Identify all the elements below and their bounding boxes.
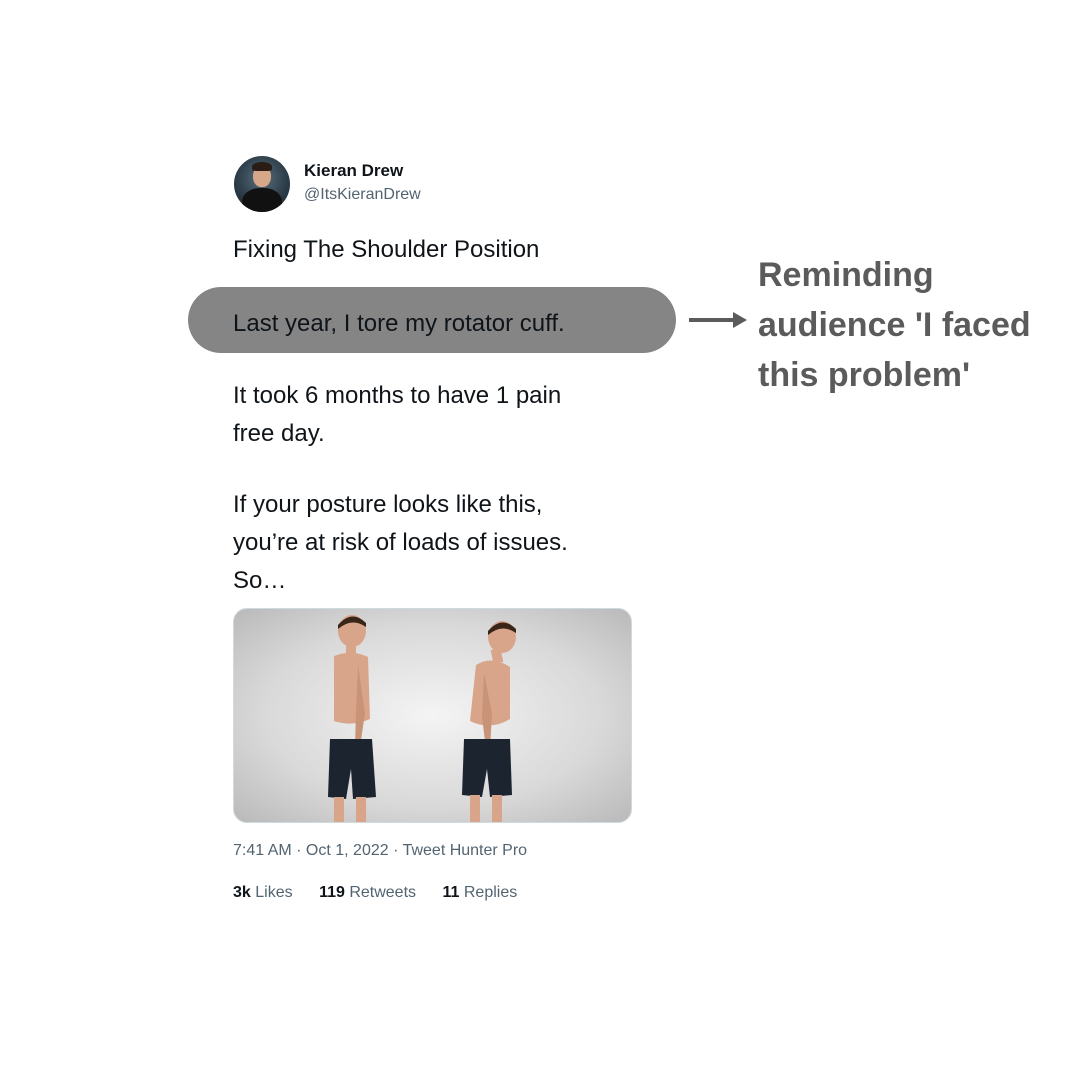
tweet-paragraph-line: free day. [233,420,325,447]
man-bad-posture [462,621,516,822]
tweet-paragraph-line: So… [233,567,287,594]
retweets-count: 119 [319,884,345,901]
tweet-stats: 3k Likes 119 Retweets 11 Replies [233,884,539,902]
posture-illustration [328,615,516,822]
annotation-line: audience 'I faced [758,306,1031,344]
author-handle[interactable]: @ItsKieranDrew [304,186,421,204]
tweet-title: Fixing The Shoulder Position [233,236,540,263]
replies-stat[interactable]: 11 Replies [442,884,517,901]
replies-count: 11 [442,884,460,901]
tweet-image[interactable] [233,608,632,823]
tweet-paragraph-line: you’re at risk of loads of issues. [233,529,568,556]
likes-stat[interactable]: 3k Likes [233,884,297,901]
tweet-timestamp: 7:41 AM · Oct 1, 2022 · Tweet Hunter Pro [233,842,528,859]
likes-count: 3k [233,884,251,901]
retweets-stat[interactable]: 119 Retweets [319,884,420,901]
highlighted-line: Last year, I tore my rotator cuff. [233,310,565,337]
retweets-label: Retweets [349,884,417,901]
avatar[interactable] [234,156,290,212]
man-good-posture [328,615,376,822]
annotation: Reminding audience 'I faced this problem… [758,250,1058,400]
annotation-line: Reminding [758,256,934,294]
annotation-line: this problem' [758,356,971,394]
arrow-right-icon [689,312,747,328]
tweet-paragraph-line: It took 6 months to have 1 pain [233,382,562,409]
replies-label: Replies [463,884,518,901]
author-name[interactable]: Kieran Drew [304,161,403,181]
likes-label: Likes [255,884,293,901]
tweet-paragraph-line: If your posture looks like this, [233,491,543,518]
